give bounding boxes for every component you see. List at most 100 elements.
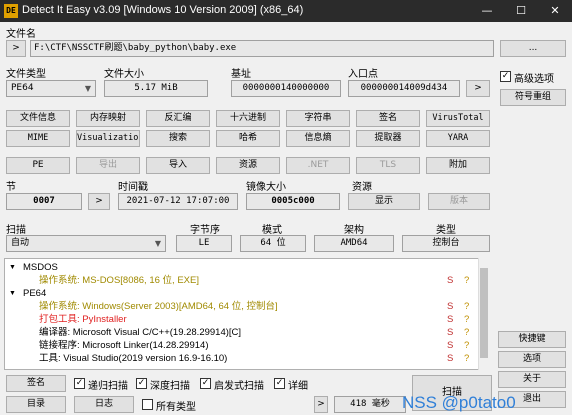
recursive-scan-label: 递归扫描 bbox=[88, 381, 128, 392]
file-size-label: 文件大小 bbox=[104, 69, 144, 80]
sections-count-value: 0007 bbox=[6, 193, 82, 210]
tree-node-msdos[interactable]: ▼ MSDOS bbox=[5, 262, 475, 274]
file-type-label: 文件类型 bbox=[6, 69, 46, 80]
result-text: 链接程序: Microsoft Linker(14.28.29914) bbox=[39, 340, 209, 351]
tool---button[interactable]: 哈希 bbox=[216, 130, 280, 147]
result-signature-flag: S bbox=[447, 301, 454, 312]
file-type-select[interactable]: PE64 ▼ bbox=[6, 80, 96, 97]
result-info-flag: ? bbox=[464, 340, 470, 351]
mode-value: 64 位 bbox=[240, 235, 306, 252]
sections-label: 节 bbox=[6, 182, 16, 193]
tool---button[interactable]: 文件信息 bbox=[6, 110, 70, 127]
heuristic-scan-checkbox[interactable]: ✓ bbox=[200, 378, 211, 389]
endian-label: 字节序 bbox=[190, 225, 220, 236]
base-address-value: 0000000140000000 bbox=[231, 80, 341, 97]
scan-mode-select[interactable]: 自动 ▼ bbox=[6, 235, 166, 252]
advanced-label: 高级选项 bbox=[514, 74, 554, 85]
tool---button[interactable]: 资源 bbox=[216, 157, 280, 174]
all-types-label: 所有类型 bbox=[156, 402, 196, 413]
image-size-value: 0005c000 bbox=[246, 193, 340, 210]
resources-version-button[interactable]: 版本 bbox=[428, 193, 490, 210]
result-item[interactable]: 工具: Visual Studio(2019 version 16.9-16.1… bbox=[5, 353, 475, 365]
shortcuts-button[interactable]: 快捷键 bbox=[498, 331, 566, 348]
all-types-checkbox[interactable] bbox=[142, 399, 153, 410]
heuristic-scan-label: 启发式扫描 bbox=[214, 381, 264, 392]
recursive-scan-checkbox[interactable]: ✓ bbox=[74, 378, 85, 389]
base-address-label: 基址 bbox=[231, 69, 251, 80]
result-item[interactable]: 编译器: Microsoft Visual C/C++(19.28.29914)… bbox=[5, 327, 475, 339]
tool-visualization-button[interactable]: Visualization bbox=[76, 130, 140, 147]
file-size-value: 5.17 MiB bbox=[104, 80, 208, 97]
app-logo-icon: DE bbox=[4, 4, 18, 18]
result-info-flag: ? bbox=[464, 353, 470, 364]
deep-scan-label: 深度扫描 bbox=[150, 381, 190, 392]
file-path-field[interactable]: F:\CTF\NSSCTF刷题\baby_python\baby.exe bbox=[30, 40, 494, 57]
tool---button[interactable]: 导出 bbox=[76, 157, 140, 174]
file-type-value: PE64 bbox=[11, 83, 34, 93]
tool--net-button[interactable]: .NET bbox=[286, 157, 350, 174]
result-text: 打包工具: PyInstaller bbox=[39, 314, 127, 325]
type-value: 控制台 bbox=[402, 235, 490, 252]
arch-value: AMD64 bbox=[314, 235, 394, 252]
entry-point-button[interactable]: > bbox=[466, 80, 490, 97]
tree-node-pe64[interactable]: ▼ PE64 bbox=[5, 288, 475, 300]
tool-yara-button[interactable]: YARA bbox=[426, 130, 490, 147]
verbose-checkbox[interactable]: ✓ bbox=[274, 378, 285, 389]
entry-point-label: 入口点 bbox=[348, 69, 378, 80]
signature-button[interactable]: 签名 bbox=[6, 375, 66, 392]
tool---button[interactable]: 反汇编 bbox=[146, 110, 210, 127]
result-signature-flag: S bbox=[447, 327, 454, 338]
directory-button[interactable]: 目录 bbox=[6, 396, 66, 413]
result-item[interactable]: 操作系统: MS-DOS[8086, 16 位, EXE] S ? bbox=[5, 275, 475, 287]
tool---button[interactable]: 签名 bbox=[356, 110, 420, 127]
result-info-flag: ? bbox=[464, 301, 470, 312]
tool---button[interactable]: 提取器 bbox=[356, 130, 420, 147]
maximize-button[interactable]: ☐ bbox=[504, 0, 538, 22]
tool---button[interactable]: 导入 bbox=[146, 157, 210, 174]
file-browse-button[interactable]: > bbox=[6, 40, 26, 57]
minimize-button[interactable]: — bbox=[470, 0, 504, 22]
advanced-checkbox[interactable]: ✓ bbox=[500, 71, 511, 82]
tool---button[interactable]: 信息熵 bbox=[286, 130, 350, 147]
tool---button[interactable]: 十六进制 bbox=[216, 110, 280, 127]
file-more-button[interactable]: ... bbox=[500, 40, 566, 57]
tool---button[interactable]: 搜索 bbox=[146, 130, 210, 147]
endian-value: LE bbox=[176, 235, 232, 252]
tool-tls-button[interactable]: TLS bbox=[356, 157, 420, 174]
scrollbar-thumb[interactable] bbox=[480, 268, 488, 358]
entry-point-value: 000000014009d434 bbox=[348, 80, 460, 97]
tool---button[interactable]: 字符串 bbox=[286, 110, 350, 127]
elapsed-button[interactable]: > bbox=[314, 396, 328, 413]
result-text: 操作系统: Windows(Server 2003)[AMD64, 64 位, … bbox=[39, 301, 278, 312]
result-item[interactable]: 打包工具: PyInstaller S? bbox=[5, 314, 475, 326]
chevron-down-icon: ▼ bbox=[154, 239, 161, 248]
tool-mime-button[interactable]: MIME bbox=[6, 130, 70, 147]
results-tree[interactable]: ▼ MSDOS 操作系统: MS-DOS[8086, 16 位, EXE] S … bbox=[4, 258, 490, 370]
expand-arrow-icon: ▼ bbox=[9, 290, 16, 297]
resources-label: 资源 bbox=[352, 182, 372, 193]
type-label: 类型 bbox=[436, 225, 456, 236]
result-item[interactable]: 操作系统: Windows(Server 2003)[AMD64, 64 位, … bbox=[5, 301, 475, 313]
about-button[interactable]: 关于 bbox=[498, 371, 566, 388]
tool---button[interactable]: 附加 bbox=[426, 157, 490, 174]
tool-virustotal-button[interactable]: VirusTotal bbox=[426, 110, 490, 127]
check-icon: ✓ bbox=[201, 378, 210, 388]
result-signature-flag: S bbox=[447, 314, 454, 325]
window-title: Detect It Easy v3.09 [Windows 10 Version… bbox=[22, 4, 304, 16]
timestamp-label: 时间戳 bbox=[118, 182, 148, 193]
verbose-label: 详细 bbox=[288, 381, 308, 392]
resources-show-button[interactable]: 显示 bbox=[348, 193, 420, 210]
scan-mode-value: 自动 bbox=[11, 238, 30, 248]
options-button[interactable]: 选项 bbox=[498, 351, 566, 368]
tool---button[interactable]: 内存映射 bbox=[76, 110, 140, 127]
result-text: 编译器: Microsoft Visual C/C++(19.28.29914)… bbox=[39, 327, 242, 338]
result-item[interactable]: 链接程序: Microsoft Linker(14.28.29914) S? bbox=[5, 340, 475, 352]
result-text: 工具: Visual Studio(2019 version 16.9-16.1… bbox=[39, 353, 228, 364]
symbol-reorg-button[interactable]: 符号重组 bbox=[500, 89, 566, 106]
sections-button[interactable]: > bbox=[88, 193, 110, 210]
deep-scan-checkbox[interactable]: ✓ bbox=[136, 378, 147, 389]
close-button[interactable]: ✕ bbox=[538, 0, 572, 22]
tool-pe-button[interactable]: PE bbox=[6, 157, 70, 174]
log-button[interactable]: 日志 bbox=[74, 396, 134, 413]
result-info-flag: ? bbox=[464, 327, 470, 338]
